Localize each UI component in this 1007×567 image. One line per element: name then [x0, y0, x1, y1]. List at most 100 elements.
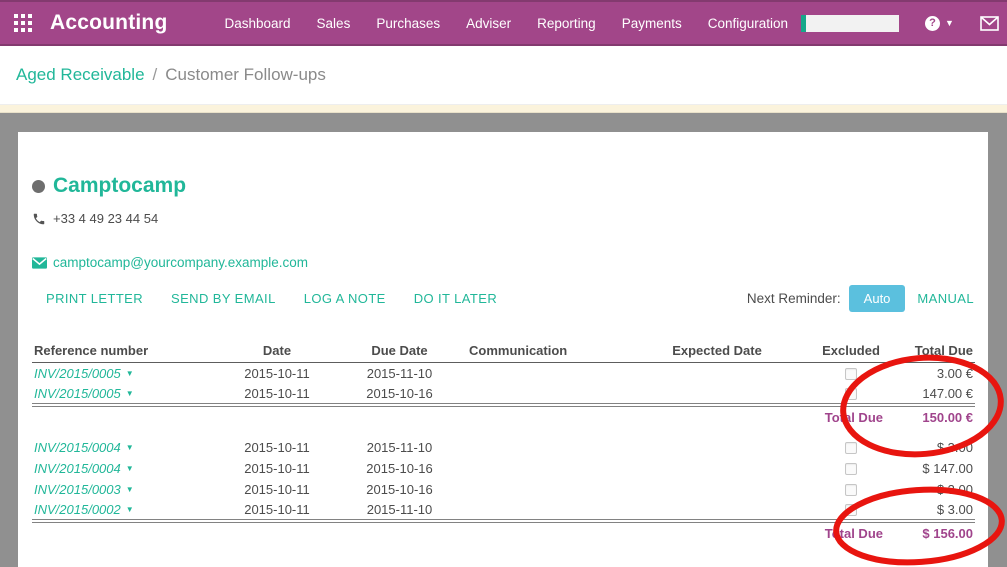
invoice-row: INV/2015/0004 ▼ 2015-10-11 2015-11-10 $ 3…: [32, 437, 975, 458]
col-header-reference: Reference number: [32, 342, 222, 363]
app-title: Accounting: [50, 11, 168, 35]
menu-item-sales[interactable]: Sales: [304, 16, 364, 31]
chevron-down-icon[interactable]: ▼: [126, 389, 134, 398]
status-dot-icon: [32, 180, 45, 193]
invoice-date: 2015-10-11: [222, 363, 332, 384]
excluded-checkbox[interactable]: [845, 442, 857, 454]
excluded-checkbox[interactable]: [845, 504, 857, 516]
invoice-expected-date[interactable]: [617, 437, 817, 458]
customer-phone-row: +33 4 49 23 44 54: [32, 211, 974, 226]
reminder-auto-button[interactable]: Auto: [849, 285, 906, 312]
invoice-row: INV/2015/0002▼ 2015-10-11 2015-11-10 $ 3…: [32, 500, 975, 521]
invoice-due-date: 2015-11-10: [332, 363, 467, 384]
invoice-reference-link[interactable]: INV/2015/0005: [34, 366, 121, 381]
planner-progress-bar[interactable]: [801, 15, 899, 32]
invoice-communication: [467, 500, 617, 521]
total-due-amount: 150.00 €: [885, 405, 975, 429]
invoice-total-due: $ 147.00: [885, 458, 975, 479]
customer-email-row: camptocamp@yourcompany.example.com: [32, 255, 974, 270]
invoice-row: INV/2015/0004 ▼ 2015-10-11 2015-10-16 $ 1…: [32, 458, 975, 479]
invoice-reference-link[interactable]: INV/2015/0004: [34, 440, 121, 455]
breadcrumb-link-aged-receivable[interactable]: Aged Receivable: [16, 65, 145, 85]
breadcrumb: Aged Receivable / Customer Follow-ups: [0, 46, 1007, 104]
chevron-down-icon[interactable]: ▼: [126, 485, 134, 494]
menu-item-reporting[interactable]: Reporting: [524, 16, 609, 31]
chevron-down-icon[interactable]: ▼: [126, 443, 134, 452]
col-header-total-due: Total Due: [885, 342, 975, 363]
invoice-reference-link[interactable]: INV/2015/0004: [34, 461, 121, 476]
customer-email-link[interactable]: camptocamp@yourcompany.example.com: [53, 255, 308, 270]
invoice-expected-date[interactable]: [617, 363, 817, 384]
customer-phone: +33 4 49 23 44 54: [53, 211, 158, 226]
excluded-checkbox[interactable]: [845, 368, 857, 380]
invoice-total-due: 147.00 €: [885, 384, 975, 405]
invoice-reference-link[interactable]: INV/2015/0002: [34, 502, 121, 517]
invoice-due-date: 2015-11-10: [332, 500, 467, 521]
followup-sheet: Camptocamp +33 4 49 23 44 54 camptocamp@…: [18, 132, 988, 567]
invoice-due-date: 2015-11-10: [332, 437, 467, 458]
planner-progress-fill: [801, 15, 806, 32]
col-header-due-date: Due Date: [332, 342, 467, 363]
invoice-communication: [467, 479, 617, 500]
envelope-icon: [980, 16, 999, 31]
invoice-due-date: 2015-10-16: [332, 479, 467, 500]
breadcrumb-current: Customer Follow-ups: [165, 65, 326, 85]
group-total-row: Total Due 150.00 €: [32, 405, 975, 429]
invoice-expected-date[interactable]: [617, 458, 817, 479]
phone-icon: [32, 212, 47, 226]
total-due-label: Total Due: [32, 405, 885, 429]
col-header-expected-date: Expected Date: [617, 342, 817, 363]
navbar-right: ? ▼ 21: [801, 15, 1007, 32]
invoice-total-due: $ 3.00: [885, 479, 975, 500]
breadcrumb-separator: /: [153, 65, 158, 85]
followup-table-eur: Reference number Date Due Date Communica…: [32, 342, 975, 429]
invoice-row: INV/2015/0003 ▼ 2015-10-11 2015-10-16 $ 3…: [32, 479, 975, 500]
menu-item-adviser[interactable]: Adviser: [453, 16, 524, 31]
reminder-manual-button[interactable]: MANUAL: [917, 291, 974, 306]
invoice-communication: [467, 437, 617, 458]
messages-button[interactable]: [980, 16, 999, 31]
invoice-date: 2015-10-11: [222, 437, 332, 458]
customer-name[interactable]: Camptocamp: [53, 174, 186, 198]
invoice-total-due: $ 3.00: [885, 437, 975, 458]
menu-item-payments[interactable]: Payments: [609, 16, 695, 31]
invoice-date: 2015-10-11: [222, 384, 332, 405]
do-it-later-button[interactable]: DO IT LATER: [414, 291, 497, 306]
menu-item-purchases[interactable]: Purchases: [363, 16, 453, 31]
next-reminder-label: Next Reminder:: [747, 291, 841, 306]
envelope-icon: [32, 257, 47, 269]
invoice-reference-link[interactable]: INV/2015/0005: [34, 386, 121, 401]
invoice-communication: [467, 458, 617, 479]
col-header-excluded: Excluded: [817, 342, 885, 363]
invoice-expected-date[interactable]: [617, 384, 817, 405]
excluded-checkbox[interactable]: [845, 388, 857, 400]
chevron-down-icon[interactable]: ▼: [126, 464, 134, 473]
excluded-checkbox[interactable]: [845, 484, 857, 496]
invoice-date: 2015-10-11: [222, 479, 332, 500]
invoice-expected-date[interactable]: [617, 500, 817, 521]
menu-item-dashboard[interactable]: Dashboard: [212, 16, 304, 31]
send-by-email-button[interactable]: SEND BY EMAIL: [171, 291, 276, 306]
group-total-row: Total Due $ 156.00: [32, 521, 975, 545]
chevron-down-icon[interactable]: ▼: [126, 369, 134, 378]
total-due-label: Total Due: [32, 521, 885, 545]
invoice-expected-date[interactable]: [617, 479, 817, 500]
customer-header: Camptocamp: [32, 174, 974, 198]
invoice-due-date: 2015-10-16: [332, 458, 467, 479]
next-reminder-group: Next Reminder: Auto MANUAL: [747, 285, 974, 312]
invoice-date: 2015-10-11: [222, 458, 332, 479]
total-due-amount: $ 156.00: [885, 521, 975, 545]
excluded-checkbox[interactable]: [845, 463, 857, 475]
invoice-row: INV/2015/0005▼ 2015-10-11 2015-10-16 147…: [32, 384, 975, 405]
menu-item-configuration[interactable]: Configuration: [695, 16, 801, 31]
print-letter-button[interactable]: PRINT LETTER: [46, 291, 143, 306]
table-header-row: Reference number Date Due Date Communica…: [32, 342, 975, 363]
help-icon: ?: [925, 16, 940, 31]
chevron-down-icon[interactable]: ▼: [126, 505, 134, 514]
invoice-reference-link[interactable]: INV/2015/0003: [34, 482, 121, 497]
help-menu[interactable]: ? ▼: [925, 16, 954, 31]
apps-grid-icon[interactable]: [14, 10, 32, 36]
log-a-note-button[interactable]: LOG A NOTE: [304, 291, 386, 306]
actions-bar: PRINT LETTER SEND BY EMAIL LOG A NOTE DO…: [32, 284, 974, 312]
col-header-date: Date: [222, 342, 332, 363]
